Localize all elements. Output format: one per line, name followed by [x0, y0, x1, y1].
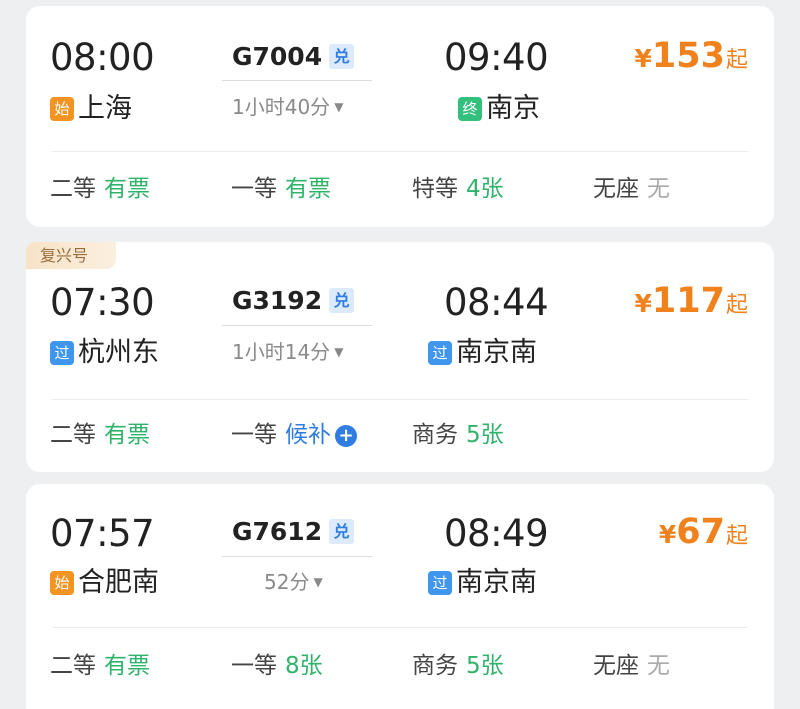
- price-value: 117: [651, 281, 725, 321]
- seat-business[interactable]: 商务 5张: [412, 655, 504, 678]
- seat-first-class[interactable]: 一等 8张: [231, 655, 323, 678]
- seat-status: 无: [647, 653, 670, 679]
- seat-status: 4张: [466, 176, 504, 202]
- arrive-station-name: 南京南: [456, 567, 537, 598]
- train-card[interactable]: 07:30 过 杭州东 G3192 兑 1小时14分 ▼ 08:44 过 南京南…: [26, 242, 774, 472]
- duration-toggle[interactable]: 52分 ▼: [264, 572, 323, 592]
- seat-second-class[interactable]: 二等 有票: [50, 655, 150, 678]
- seat-name: 一等: [231, 422, 277, 448]
- divider: [52, 399, 748, 400]
- train-underline: [222, 80, 372, 81]
- price-symbol: ¥: [634, 289, 652, 318]
- plus-circle-icon[interactable]: +: [335, 424, 357, 447]
- waitlist-status: 候补: [285, 422, 331, 448]
- pass-station-badge: 过: [428, 570, 452, 595]
- end-station-badge: 终: [458, 96, 482, 121]
- price-symbol: ¥: [634, 44, 652, 73]
- start-station-badge: 始: [50, 570, 74, 595]
- duration-toggle[interactable]: 1小时40分 ▼: [232, 97, 343, 117]
- train-card[interactable]: 07:57 始 合肥南 G7612 兑 52分 ▼ 08:49 过 南京南 ¥ …: [26, 484, 774, 709]
- seat-status: 5张: [466, 422, 504, 448]
- seat-standing[interactable]: 无座 无: [593, 178, 670, 201]
- price-suffix: 起: [725, 48, 748, 73]
- seat-name: 二等: [50, 422, 96, 448]
- depart-time: 08:00: [50, 36, 155, 79]
- price-suffix: 起: [725, 524, 748, 549]
- seat-status: 有票: [104, 176, 150, 202]
- depart-time: 07:30: [50, 281, 155, 324]
- price: ¥ 153 起: [635, 39, 748, 74]
- arrive-time: 08:49: [444, 512, 549, 555]
- seat-name: 无座: [593, 176, 639, 202]
- seat-name: 一等: [231, 176, 277, 202]
- depart-station-name: 上海: [78, 93, 132, 124]
- train-number-text: G7004: [232, 42, 323, 71]
- pass-station-badge: 过: [50, 340, 74, 365]
- seat-status: 有票: [104, 653, 150, 679]
- divider: [52, 627, 748, 628]
- arrive-station-name: 南京南: [456, 337, 537, 368]
- redeem-badge: 兑: [329, 519, 355, 544]
- train-number[interactable]: G7004 兑: [232, 42, 355, 71]
- pass-station-badge: 过: [428, 340, 452, 365]
- arrive-station-name: 南京: [486, 93, 540, 124]
- seat-first-class[interactable]: 一等 有票: [231, 178, 331, 201]
- duration-text: 1小时14分: [232, 340, 331, 364]
- depart-station-name: 杭州东: [78, 337, 159, 368]
- seat-second-class[interactable]: 二等 有票: [50, 178, 150, 201]
- chevron-down-icon: ▼: [313, 575, 323, 589]
- depart-station: 始 上海: [50, 95, 132, 122]
- arrive-time: 08:44: [444, 281, 549, 324]
- seat-second-class[interactable]: 二等 有票: [50, 424, 150, 447]
- fuxing-tag: 复兴号: [26, 242, 116, 269]
- seat-status: 无: [647, 176, 670, 202]
- price-value: 153: [651, 36, 725, 76]
- duration-text: 52分: [264, 570, 310, 594]
- price: ¥ 67 起: [659, 515, 748, 550]
- arrive-station: 过 南京南: [428, 339, 537, 366]
- start-station-badge: 始: [50, 96, 74, 121]
- price-value: 67: [676, 512, 725, 552]
- depart-time: 07:57: [50, 512, 155, 555]
- seat-first-class[interactable]: 一等 候补 +: [231, 424, 357, 447]
- seat-business[interactable]: 商务 5张: [412, 424, 504, 447]
- depart-station: 始 合肥南: [50, 569, 159, 596]
- depart-station: 过 杭州东: [50, 339, 159, 366]
- train-underline: [222, 556, 372, 557]
- seat-name: 无座: [593, 653, 639, 679]
- train-number[interactable]: G7612 兑: [232, 517, 355, 546]
- chevron-down-icon: ▼: [334, 100, 344, 114]
- seat-status: 8张: [285, 653, 323, 679]
- divider: [52, 151, 748, 152]
- seat-name: 商务: [412, 653, 458, 679]
- redeem-badge: 兑: [329, 44, 355, 69]
- seat-status: 5张: [466, 653, 504, 679]
- price-suffix: 起: [725, 293, 748, 318]
- train-number[interactable]: G3192 兑: [232, 286, 355, 315]
- seat-name: 二等: [50, 176, 96, 202]
- duration-toggle[interactable]: 1小时14分 ▼: [232, 342, 343, 362]
- train-underline: [222, 325, 372, 326]
- seat-name: 一等: [231, 653, 277, 679]
- duration-text: 1小时40分: [232, 95, 331, 119]
- seat-name: 商务: [412, 422, 458, 448]
- train-card[interactable]: 08:00 始 上海 G7004 兑 1小时40分 ▼ 09:40 终 南京 ¥…: [26, 6, 774, 227]
- arrive-station: 过 南京南: [428, 569, 537, 596]
- price: ¥ 117 起: [635, 284, 748, 319]
- seat-name: 二等: [50, 653, 96, 679]
- seat-status: 有票: [285, 176, 331, 202]
- arrive-time: 09:40: [444, 36, 549, 79]
- chevron-down-icon: ▼: [334, 345, 344, 359]
- seat-status: 有票: [104, 422, 150, 448]
- seat-name: 特等: [412, 176, 458, 202]
- redeem-badge: 兑: [329, 288, 355, 313]
- price-symbol: ¥: [658, 520, 677, 549]
- depart-station-name: 合肥南: [78, 567, 159, 598]
- train-number-text: G3192: [232, 286, 323, 315]
- seat-premium[interactable]: 特等 4张: [412, 178, 504, 201]
- seat-standing[interactable]: 无座 无: [593, 655, 670, 678]
- arrive-station: 终 南京: [458, 95, 540, 122]
- train-number-text: G7612: [232, 517, 323, 546]
